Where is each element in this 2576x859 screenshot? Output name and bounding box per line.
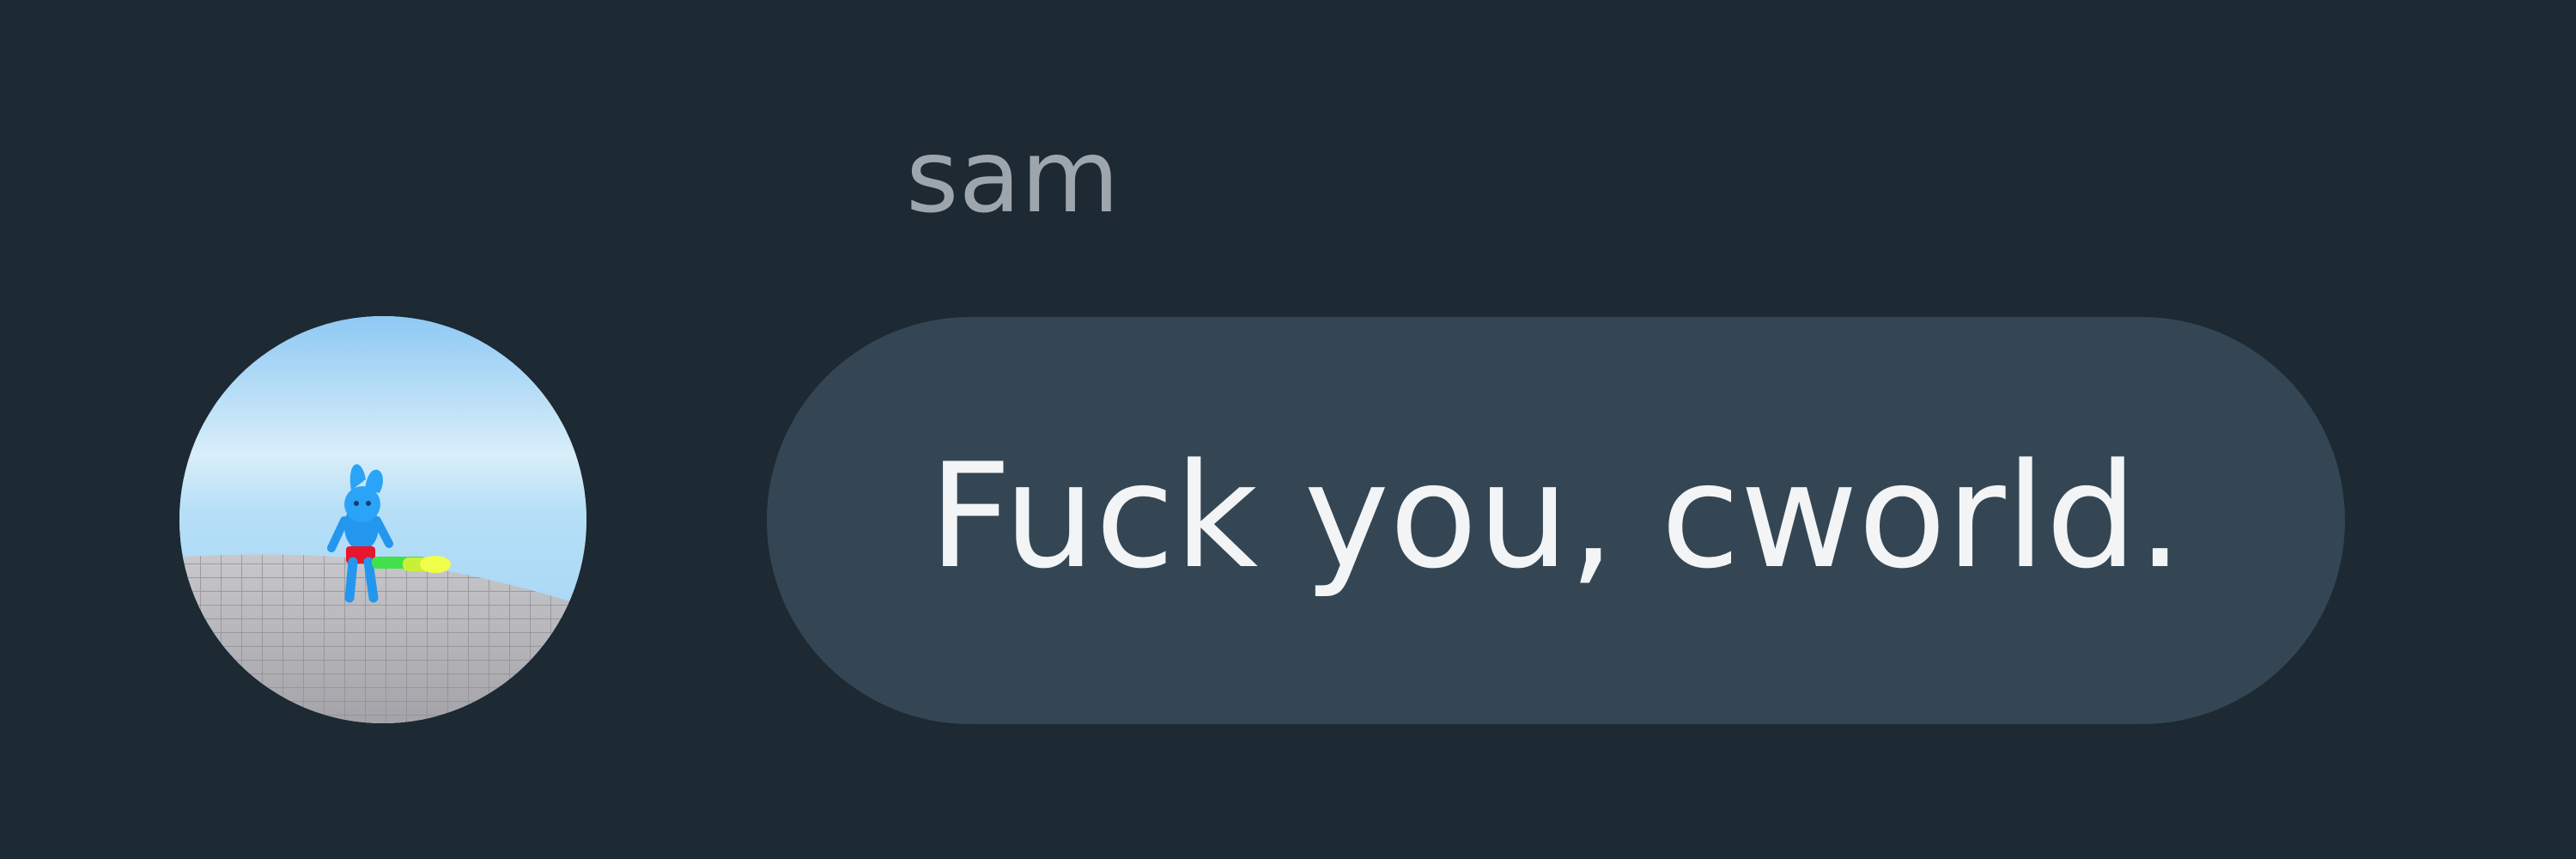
- message-text: Fuck you, cworld.: [928, 432, 2184, 600]
- message-bubble[interactable]: Fuck you, cworld.: [767, 317, 2345, 724]
- avatar[interactable]: [179, 316, 586, 723]
- avatar-image-icon: [179, 316, 586, 723]
- sender-name: sam: [906, 117, 1120, 235]
- chat-view: sam Fuck you, cworld.: [0, 0, 2576, 859]
